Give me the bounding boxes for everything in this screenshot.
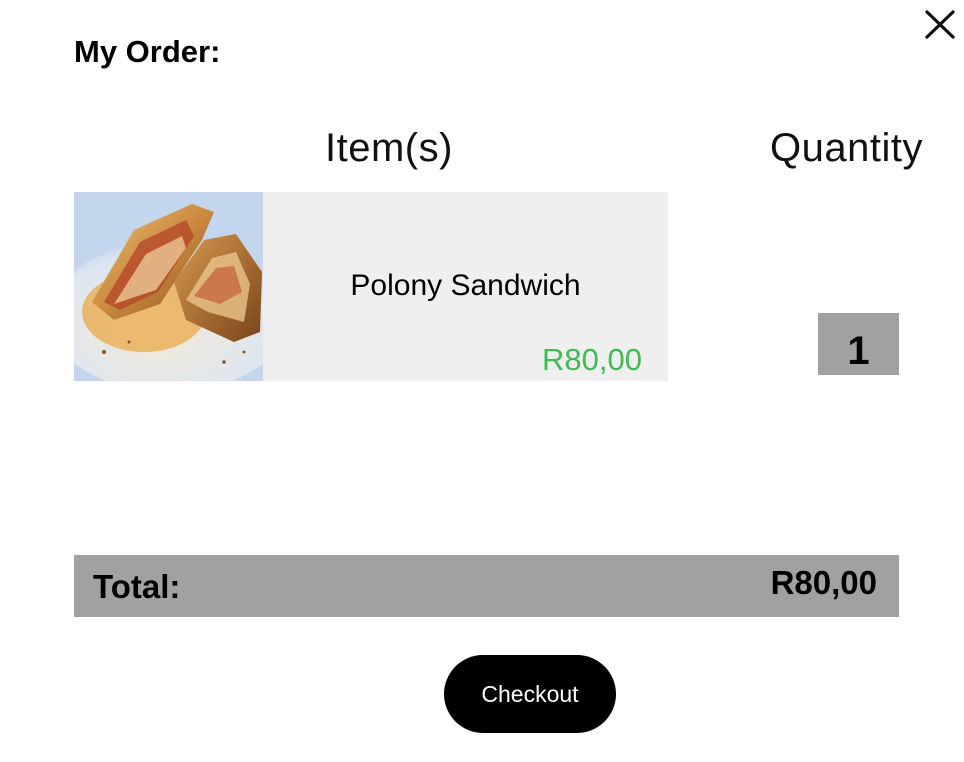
page-title: My Order: [74, 34, 221, 69]
close-icon [925, 10, 955, 39]
item-price: R80,00 [542, 342, 642, 377]
checkout-button[interactable]: Checkout [444, 655, 616, 733]
item-quantity: 1 [818, 313, 899, 375]
item-name: Polony Sandwich [350, 269, 581, 302]
order-item-card: Polony Sandwich R80,00 [74, 192, 668, 381]
items-column-header: Item(s) [325, 126, 453, 170]
sandwich-image [74, 192, 263, 381]
close-button[interactable] [922, 6, 958, 42]
total-label: Total: [93, 568, 181, 605]
total-value: R80,00 [770, 564, 877, 601]
quantity-column-header: Quantity [770, 126, 923, 170]
total-bar: Total: R80,00 [74, 555, 899, 617]
